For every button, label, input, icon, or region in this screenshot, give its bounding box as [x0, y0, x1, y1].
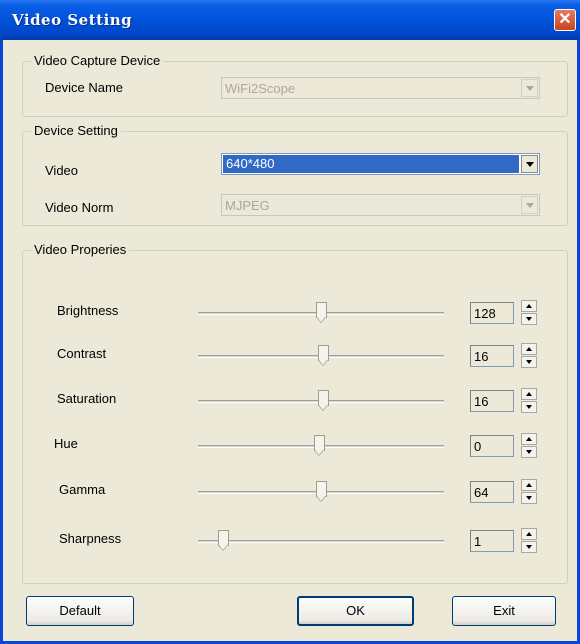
video-label: Video: [45, 163, 79, 178]
hue-slider-thumb[interactable]: [313, 435, 325, 457]
sharpness-label: Sharpness: [59, 531, 122, 546]
contrast-value-field[interactable]: 16: [470, 345, 514, 367]
ok-button[interactable]: OK: [297, 596, 414, 626]
brightness-value-field[interactable]: 128: [470, 302, 514, 324]
saturation-value: 16: [474, 394, 489, 409]
title-bar[interactable]: Video Setting ✕: [0, 0, 580, 40]
gamma-value: 64: [474, 485, 489, 500]
saturation-slider-thumb[interactable]: [318, 390, 330, 412]
sharpness-value: 1: [474, 534, 482, 549]
brightness-slider-thumb[interactable]: [316, 302, 327, 324]
device-name-value: WiFi2Scope: [225, 81, 296, 96]
video-norm-select[interactable]: MJPEG: [221, 194, 540, 216]
brightness-spinner[interactable]: [521, 300, 537, 326]
arrow-up-icon[interactable]: [521, 388, 537, 400]
contrast-label: Contrast: [57, 346, 107, 361]
chevron-down-icon[interactable]: [521, 155, 538, 173]
gamma-slider-thumb[interactable]: [316, 481, 327, 503]
brightness-value: 128: [474, 306, 496, 321]
gamma-value-field[interactable]: 64: [470, 481, 514, 503]
slider-row-saturation: Saturation 16: [0, 386, 580, 416]
close-icon: ✕: [558, 11, 572, 28]
arrow-down-icon[interactable]: [521, 313, 537, 325]
slider-row-brightness: Brightness 128: [0, 298, 580, 328]
exit-button[interactable]: Exit: [452, 596, 556, 626]
gamma-label: Gamma: [59, 482, 106, 497]
sharpness-spinner[interactable]: [521, 528, 537, 554]
arrow-down-icon[interactable]: [521, 446, 537, 458]
chevron-down-icon: [521, 196, 538, 214]
contrast-spinner[interactable]: [521, 343, 537, 369]
chevron-down-icon: [521, 79, 538, 97]
video-resolution-select[interactable]: 640*480: [221, 153, 540, 175]
close-button[interactable]: ✕: [554, 9, 576, 31]
video-properties-group-title: Video Properies: [31, 242, 130, 258]
saturation-label: Saturation: [57, 391, 117, 406]
device-name-label: Device Name: [45, 80, 124, 95]
device-name-select[interactable]: WiFi2Scope: [221, 77, 540, 99]
slider-row-sharpness: Sharpness 1: [0, 526, 580, 556]
capture-device-group-title: Video Capture Device: [31, 53, 164, 69]
window-title: Video Setting: [12, 11, 133, 29]
arrow-up-icon[interactable]: [521, 479, 537, 491]
saturation-spinner[interactable]: [521, 388, 537, 414]
arrow-up-icon[interactable]: [521, 433, 537, 445]
gamma-spinner[interactable]: [521, 479, 537, 505]
arrow-down-icon[interactable]: [521, 541, 537, 553]
hue-value-field[interactable]: 0: [470, 435, 514, 457]
contrast-slider-thumb[interactable]: [318, 345, 330, 367]
video-resolution-value: 640*480: [223, 155, 519, 173]
slider-row-gamma: Gamma 64: [0, 477, 580, 507]
arrow-down-icon[interactable]: [521, 492, 537, 504]
sharpness-value-field[interactable]: 1: [470, 530, 514, 552]
arrow-up-icon[interactable]: [521, 528, 537, 540]
hue-value: 0: [474, 439, 482, 454]
video-norm-label: Video Norm: [45, 200, 114, 215]
hue-label: Hue: [54, 436, 78, 451]
sharpness-slider-thumb[interactable]: [217, 530, 229, 552]
saturation-value-field[interactable]: 16: [470, 390, 514, 412]
default-button[interactable]: Default: [26, 596, 134, 626]
sharpness-slider-track[interactable]: [198, 540, 444, 543]
arrow-down-icon[interactable]: [521, 356, 537, 368]
slider-row-contrast: Contrast 16: [0, 341, 580, 371]
contrast-value: 16: [474, 349, 489, 364]
hue-spinner[interactable]: [521, 433, 537, 459]
slider-row-hue: Hue 0: [0, 431, 580, 461]
arrow-up-icon[interactable]: [521, 343, 537, 355]
video-norm-value: MJPEG: [225, 198, 270, 213]
arrow-down-icon[interactable]: [521, 401, 537, 413]
brightness-label: Brightness: [57, 303, 119, 318]
arrow-up-icon[interactable]: [521, 300, 537, 312]
device-setting-group-title: Device Setting: [31, 123, 121, 139]
